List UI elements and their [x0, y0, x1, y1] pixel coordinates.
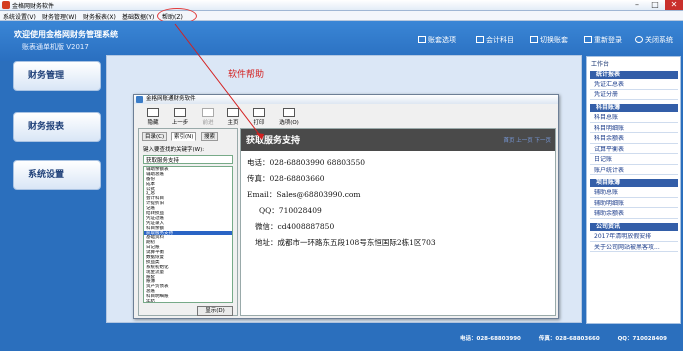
help-navigation-pane: 目录(C) 索引(N) 搜索 键入要查找的关键字(W): 辅助余额表辅助总账备份…: [138, 128, 238, 316]
switch-icon: [530, 36, 538, 43]
nav-finance-management[interactable]: 财务管理: [13, 61, 101, 91]
section-statistics-reports: 统计报表: [590, 71, 678, 79]
book-icon: [476, 36, 484, 43]
hide-button[interactable]: 隐藏: [142, 108, 164, 126]
contact-wechat: 微信：cd4008887850: [255, 222, 335, 231]
contact-address: 地址：成都市一环路东五段108号东恒国际2栋1区703: [255, 238, 436, 247]
keyword-label: 键入要查找的关键字(W):: [143, 147, 205, 153]
workbench-item[interactable]: 试算平衡表: [590, 146, 678, 154]
app-logo-icon: [2, 1, 10, 9]
help-window-titlebar: 金格网账通财务软件: [134, 95, 558, 104]
workbench-item[interactable]: 凭证分册: [590, 91, 678, 100]
home-label: 主页: [227, 120, 239, 126]
nav-finance-reports[interactable]: 财务报表: [13, 112, 101, 142]
help-content-pane: 获取服务支持 首页 上一页 下一页 电话：028-68803990 688035…: [240, 128, 556, 316]
menu-finance-management[interactable]: 财务管理(W): [42, 12, 77, 21]
title-bar: 金格网财务软件 – □ ✕: [0, 0, 683, 11]
print-label: 打印: [253, 120, 265, 126]
options-button[interactable]: 选项(O): [276, 108, 302, 126]
news-item[interactable]: 2017年清明放假安排: [590, 233, 678, 242]
back-button[interactable]: 上一步: [169, 108, 191, 126]
contact-qq: QQ：710028409: [259, 206, 322, 215]
home-button[interactable]: 主页: [222, 108, 244, 126]
workbench-title: 工作台: [591, 61, 610, 68]
tab-search[interactable]: 搜索: [201, 132, 219, 141]
workbench-item[interactable]: 科目总账: [590, 114, 678, 123]
keyword-item[interactable]: 年结: [144, 299, 232, 302]
workbench-panel: 工作台 统计报表 凭证汇总表 凭证分册 科目账簿 科目总账 科目明细账 科目余额…: [586, 56, 681, 324]
workbench-item[interactable]: 日记账: [590, 156, 678, 165]
maximize-button[interactable]: □: [647, 0, 663, 10]
annotation-software-help: 软件帮助: [228, 70, 265, 80]
window-title: 金格网财务软件: [12, 3, 55, 10]
switch-account-button[interactable]: 切换账套: [530, 35, 568, 45]
account-version: 账表通单机版 V2017: [22, 43, 89, 51]
workbench-item[interactable]: 辅助明细账: [590, 200, 678, 208]
accounting-subjects-button[interactable]: 会计科目: [476, 35, 514, 45]
contact-fax: 传真：028-68803660: [247, 174, 325, 183]
help-page-header: 获取服务支持 首页 上一页 下一页: [241, 129, 555, 151]
workbench-item[interactable]: 账户统计表: [590, 167, 678, 175]
tab-index[interactable]: 索引(N): [171, 132, 197, 141]
forward-label: 前进: [202, 120, 214, 126]
menu-finance-reports[interactable]: 财务报表(X): [83, 12, 116, 21]
close-system-label: 关闭系统: [645, 36, 673, 44]
contact-phone: 电话：028-68803990 68803550: [247, 158, 366, 167]
help-page-title: 获取服务支持: [246, 136, 301, 146]
section-subject-ledgers: 科目账簿: [590, 104, 678, 112]
options-icon: [283, 108, 295, 117]
printer-icon: [253, 108, 265, 117]
tab-contents[interactable]: 目录(C): [142, 132, 168, 141]
workbench-item[interactable]: 科目余额表: [590, 135, 678, 144]
help-window-title: 金格网账通财务软件: [146, 96, 196, 102]
footer-contacts: 电话：028-68803990 传真：028-68803660 QQ：71002…: [460, 334, 683, 342]
help-icon: [136, 96, 143, 103]
menu-bar: 系统设置(V) 财务管理(W) 财务报表(X) 基础数据(Y) 帮助(Z): [0, 11, 683, 21]
relogin-button[interactable]: 重新登录: [584, 35, 622, 45]
screen-icon: [418, 36, 426, 43]
close-system-button[interactable]: 关闭系统: [635, 35, 673, 45]
back-label: 上一步: [171, 120, 189, 126]
news-item[interactable]: 关于公司网站被黑客攻...: [590, 244, 678, 252]
section-company-news: 公司资讯: [590, 223, 678, 231]
welcome-title: 欢迎使用金格网财务管理系统: [14, 30, 118, 39]
account-options-button[interactable]: 账套选项: [418, 35, 456, 45]
keyword-list[interactable]: 辅助余额表 辅助总账 备份 成本 公式 汇总 会计科目 计提折旧 记账 结转损益 凭证过账 凭证录入科…: [143, 166, 233, 303]
help-window: 金格网账通财务软件 隐藏 上一步 前进 主页 打印 选项(O) 目录(C) 索引…: [133, 94, 559, 319]
forward-arrow-icon: [202, 108, 214, 117]
forward-button[interactable]: 前进: [197, 108, 219, 126]
accounting-subjects-label: 会计科目: [486, 36, 514, 44]
nav-system-settings[interactable]: 系统设置: [13, 160, 101, 190]
footer-phone: 电话：028-68803990: [460, 336, 521, 342]
menu-system-settings[interactable]: 系统设置(V): [3, 12, 36, 21]
hide-icon: [147, 108, 159, 117]
options-label: 选项(O): [279, 120, 299, 126]
footer-fax: 传真：028-68803660: [538, 336, 600, 342]
workbench-item[interactable]: 凭证汇总表: [590, 81, 678, 90]
help-page-navigation[interactable]: 首页 上一页 下一页: [504, 136, 552, 144]
switch-account-label: 切换账套: [540, 36, 568, 44]
footer-qq: QQ：710028409: [617, 336, 667, 342]
close-button[interactable]: ✕: [665, 0, 683, 10]
login-icon: [584, 36, 592, 43]
print-button[interactable]: 打印: [248, 108, 270, 126]
menu-basic-data[interactable]: 基础数据(Y): [122, 12, 154, 21]
home-icon: [227, 108, 239, 117]
workbench-item[interactable]: 辅助余额表: [590, 210, 678, 219]
minimize-button[interactable]: –: [629, 0, 645, 10]
keyword-input[interactable]: [143, 155, 233, 164]
relogin-label: 重新登录: [594, 36, 622, 44]
hide-label: 隐藏: [147, 120, 159, 126]
account-options-label: 账套选项: [428, 36, 456, 44]
section-project-ledgers: 项目账簿: [590, 179, 678, 187]
power-icon: [635, 36, 643, 43]
workbench-item[interactable]: 辅助总账: [590, 189, 678, 198]
workbench-item[interactable]: 科目明细账: [590, 125, 678, 133]
display-button[interactable]: 显示(D): [197, 306, 233, 316]
back-arrow-icon: [174, 108, 186, 117]
contact-email: Email：Sales@68803990.com: [247, 190, 361, 199]
